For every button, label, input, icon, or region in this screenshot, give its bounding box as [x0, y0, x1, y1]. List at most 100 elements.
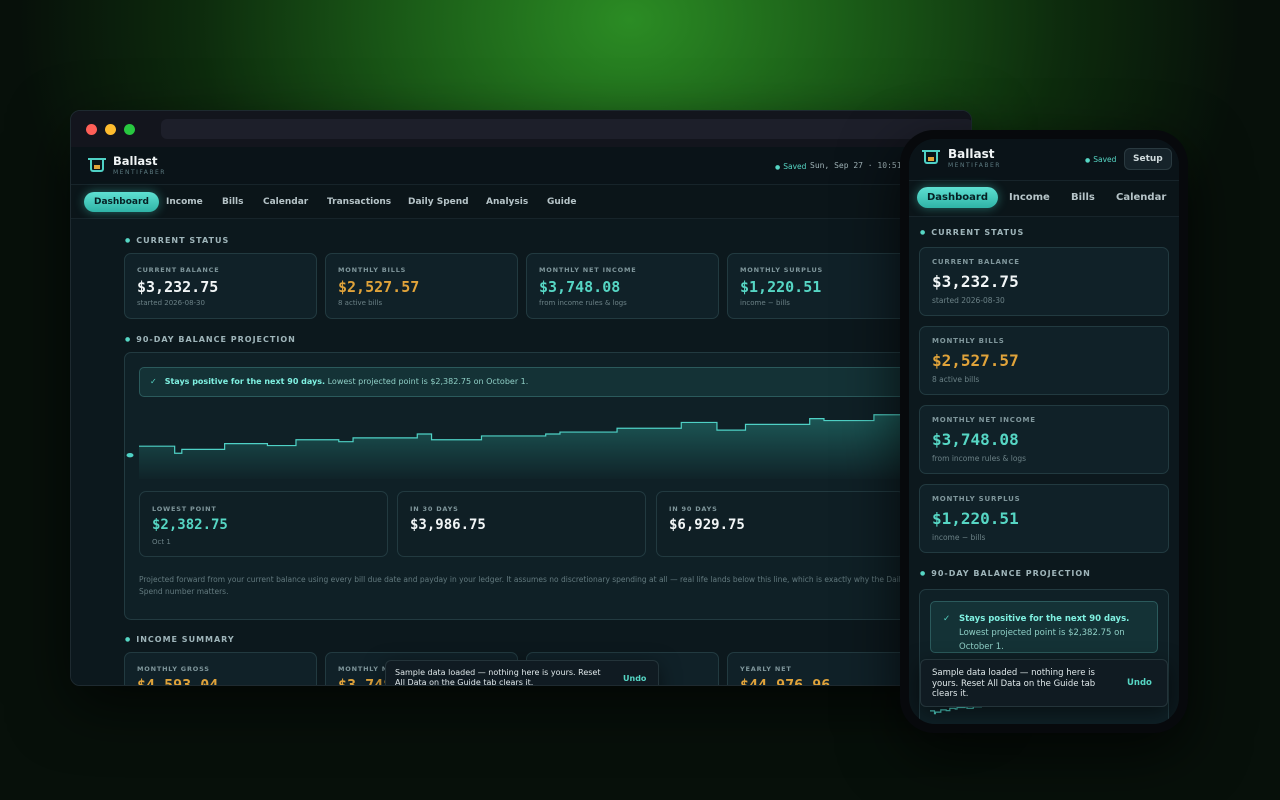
- stat-label: MONTHLY SURPLUS: [740, 266, 824, 274]
- address-bar[interactable]: [161, 119, 971, 139]
- saved-status: Saved: [1085, 155, 1116, 164]
- stat-value: $3,232.75: [932, 272, 1019, 291]
- stat-value: $3,232.75: [137, 278, 219, 296]
- stat-sub: income − bills: [932, 533, 986, 542]
- projection-banner: ✓ Stays positive for the next 90 days. Lo…: [139, 367, 929, 397]
- stat-card-surplus: MONTHLY SURPLUS $1,220.51 income − bills: [919, 484, 1169, 553]
- toast-message: Sample data loaded — nothing here is you…: [932, 668, 1096, 699]
- stat-value: $3,748.08: [932, 430, 1019, 449]
- stat-value: $3,986.75: [410, 517, 486, 533]
- stat-card-net-income: MONTHLY NET INCOME $3,748.08 from income…: [526, 253, 719, 319]
- stat-label: MONTHLY NET INCOME: [539, 266, 637, 274]
- tab-daily-spend[interactable]: Daily Spend: [398, 192, 479, 212]
- stat-value: $6,929.75: [669, 517, 745, 533]
- mobile-nav: Dashboard Income Bills Calendar: [909, 181, 1179, 217]
- stat-label: IN 90 DAYS: [669, 505, 718, 513]
- stat-sub: income − bills: [740, 299, 790, 307]
- check-icon: ✓: [150, 377, 157, 386]
- check-icon: ✓: [943, 614, 951, 624]
- stat-card-balance: CURRENT BALANCE $3,232.75 started 2026-0…: [124, 253, 317, 319]
- stat-sub: from income rules & logs: [932, 454, 1027, 463]
- ballast-logo-icon: [88, 158, 106, 172]
- stat-sub: Oct 1: [152, 538, 171, 546]
- balance-projection-chart: [126, 410, 932, 479]
- tab-bills[interactable]: Bills: [212, 192, 253, 212]
- projection-area: [139, 410, 931, 479]
- minimize-window-icon[interactable]: [105, 124, 116, 135]
- stat-sub: started 2026-08-30: [137, 299, 205, 307]
- stat-sub: 8 active bills: [338, 299, 383, 307]
- section-title-status: CURRENT STATUS: [125, 236, 229, 245]
- stat-value: $1,220.51: [740, 278, 822, 296]
- ballast-logo-icon: [922, 150, 940, 164]
- tab-analysis[interactable]: Analysis: [476, 192, 538, 212]
- stat-label: IN 30 DAYS: [410, 505, 459, 513]
- projection-stat-lowest: LOWEST POINT $2,382.75 Oct 1: [139, 491, 388, 557]
- sample-data-toast: Sample data loaded — nothing here is you…: [385, 660, 659, 685]
- undo-button[interactable]: Undo: [623, 674, 646, 683]
- income-value: $44,976.96: [740, 676, 831, 686]
- app-name: Ballast: [948, 147, 995, 161]
- tab-guide[interactable]: Guide: [537, 192, 586, 212]
- tab-income[interactable]: Income: [999, 187, 1060, 208]
- app-subtitle: MENTIFABER: [948, 162, 1001, 169]
- stat-value: $3,748.08: [539, 278, 621, 296]
- stat-card-bills: MONTHLY BILLS $2,527.57 8 active bills: [325, 253, 518, 319]
- tab-calendar[interactable]: Calendar: [1106, 187, 1176, 208]
- stat-label: MONTHLY BILLS: [338, 266, 407, 274]
- dashboard-content: CURRENT STATUS CURRENT BALANCE $3,232.75…: [71, 219, 971, 686]
- stat-label: CURRENT BALANCE: [932, 258, 1020, 266]
- stat-value: $2,382.75: [152, 517, 228, 533]
- stat-value: $2,527.57: [338, 278, 420, 296]
- window-titlebar: [71, 111, 971, 147]
- stat-card-net-income: MONTHLY NET INCOME $3,748.08 from income…: [919, 405, 1169, 474]
- stat-value: $1,220.51: [932, 509, 1019, 528]
- section-title-projection: 90-DAY BALANCE PROJECTION: [920, 569, 1091, 578]
- tab-dashboard[interactable]: Dashboard: [917, 187, 998, 208]
- saved-status: Saved: [775, 162, 806, 171]
- stat-label: LOWEST POINT: [152, 505, 217, 513]
- banner-rest: Lowest projected point is $2,382.75 on O…: [327, 377, 529, 386]
- tab-bills[interactable]: Bills: [1061, 187, 1105, 208]
- close-window-icon[interactable]: [86, 124, 97, 135]
- start-point-marker: [126, 453, 134, 458]
- stat-sub: started 2026-08-30: [932, 296, 1005, 305]
- income-value: $4,593.04: [137, 676, 219, 686]
- app-name: Ballast: [113, 154, 158, 168]
- app-header: Ballast MENTIFABER Saved Sun, Sep 27 · 1…: [71, 147, 971, 185]
- banner-rest: Lowest projected point is $2,382.75 on O…: [959, 628, 1125, 652]
- app-subtitle: MENTIFABER: [113, 169, 166, 176]
- setup-button[interactable]: Setup: [1124, 148, 1172, 170]
- stat-card-balance: CURRENT BALANCE $3,232.75 started 2026-0…: [919, 247, 1169, 316]
- projection-stat-30-days: IN 30 DAYS $3,986.75: [397, 491, 646, 557]
- mobile-header: Ballast MENTIFABER Saved Setup: [909, 139, 1179, 181]
- main-nav: Dashboard Income Bills Calendar Transact…: [71, 185, 971, 219]
- desktop-window: Ballast MENTIFABER Saved Sun, Sep 27 · 1…: [70, 110, 972, 686]
- banner-bold: Stays positive for the next 90 days.: [164, 377, 326, 386]
- income-label: MONTHLY GROSS: [137, 665, 210, 673]
- tab-income[interactable]: Income: [156, 192, 213, 212]
- current-datetime: Sun, Sep 27 · 10:51: [810, 161, 902, 170]
- section-title-projection: 90-DAY BALANCE PROJECTION: [125, 335, 296, 344]
- projection-banner: ✓ Stays positive for the next 90 days. Low…: [930, 601, 1158, 653]
- undo-button[interactable]: Undo: [1127, 678, 1152, 688]
- sample-data-toast: Sample data loaded — nothing here is you…: [920, 659, 1168, 707]
- projection-stat-90-days: IN 90 DAYS $6,929.75: [656, 491, 905, 557]
- tab-transactions[interactable]: Transactions: [317, 192, 401, 212]
- section-title-status: CURRENT STATUS: [920, 228, 1024, 237]
- tab-dashboard[interactable]: Dashboard: [84, 192, 159, 212]
- mobile-screen: Ballast MENTIFABER Saved Setup Dashboard…: [909, 139, 1179, 724]
- tab-calendar[interactable]: Calendar: [253, 192, 318, 212]
- projection-description: Projected forward from your current bala…: [139, 575, 906, 596]
- income-card-yearly: YEARLY NET $44,976.96: [727, 652, 920, 686]
- stat-label: MONTHLY SURPLUS: [932, 495, 1021, 503]
- maximize-window-icon[interactable]: [124, 124, 135, 135]
- stat-label: MONTHLY NET INCOME: [932, 416, 1036, 424]
- stat-sub: 8 active bills: [932, 375, 980, 384]
- projection-panel: ✓ Stays positive for the next 90 days. Lo…: [124, 352, 944, 620]
- stat-card-surplus: MONTHLY SURPLUS $1,220.51 income − bills: [727, 253, 920, 319]
- income-label: YEARLY NET: [740, 665, 792, 673]
- stat-label: CURRENT BALANCE: [137, 266, 220, 274]
- stat-card-bills: MONTHLY BILLS $2,527.57 8 active bills: [919, 326, 1169, 395]
- stat-value: $2,527.57: [932, 351, 1019, 370]
